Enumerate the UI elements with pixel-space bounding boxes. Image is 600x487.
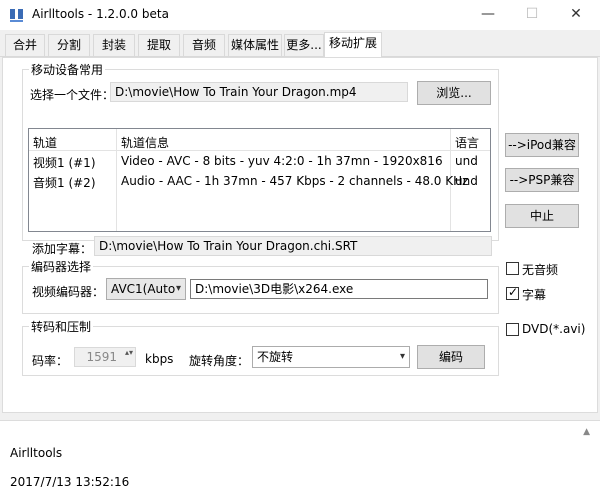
track-language: und [455, 174, 478, 188]
col-divider [116, 129, 117, 231]
header-track-info: 轨道信息 [121, 136, 170, 150]
stop-button[interactable]: 中止 [505, 204, 579, 228]
track-id: 视频1 (#1) [33, 156, 96, 170]
ipod-compat-button[interactable]: -->iPod兼容 [505, 133, 579, 157]
spinner-icon[interactable]: ▴▾ [125, 348, 133, 357]
encoder-select[interactable]: AVC1(Auto ▾ [106, 278, 186, 300]
file-path-field[interactable]: D:\movie\How To Train Your Dragon.mp4 [110, 82, 408, 102]
track-info: Video - AVC - 8 bits - yuv 4:2:0 - 1h 37… [121, 154, 443, 168]
rotation-label: 旋转角度： [189, 354, 250, 368]
no-audio-checkbox[interactable] [506, 262, 519, 275]
tab-audio[interactable]: 音频 [183, 34, 225, 56]
log-timestamp: 2017/7/13 13:52:16 [10, 475, 130, 487]
title-bar: Airlltools - 1.2.0.0 beta — ☐ ✕ [0, 0, 600, 30]
header-language: 语言 [455, 136, 480, 150]
encode-button[interactable]: 编码 [417, 345, 485, 369]
tab-bar: 合并 分割 封装 提取 音频 媒体属性 更多... 移动扩展 [0, 30, 600, 57]
dvd-label: DVD(*.avi) [522, 322, 586, 336]
bitrate-input[interactable]: 1591 ▴▾ [74, 347, 136, 367]
video-encoder-label: 视频编码器： [32, 285, 105, 299]
chevron-down-icon: ▾ [399, 351, 405, 362]
subtitles-checkbox-label: 字幕 [522, 288, 547, 302]
tab-extract[interactable]: 提取 [138, 34, 180, 56]
scroll-up-icon[interactable]: ▲ [583, 427, 590, 437]
dvd-checkbox[interactable] [506, 323, 519, 336]
psp-compat-button[interactable]: -->PSP兼容 [505, 168, 579, 192]
header-track: 轨道 [33, 136, 58, 150]
no-audio-label: 无音频 [522, 263, 559, 277]
track-id: 音频1 (#2) [33, 176, 96, 190]
select-file-label: 选择一个文件： [30, 88, 115, 102]
subtitle-path-field[interactable]: D:\movie\How To Train Your Dragon.chi.SR… [94, 236, 492, 256]
chevron-down-icon: ▾ [175, 283, 181, 294]
tab-mobile-ext[interactable]: 移动扩展 [324, 32, 382, 57]
close-button[interactable]: ✕ [554, 0, 598, 30]
minimize-button[interactable]: — [466, 0, 510, 30]
header-divider [29, 150, 490, 151]
browse-button[interactable]: 浏览... [417, 81, 491, 105]
tab-mux[interactable]: 封装 [93, 34, 135, 56]
tab-media-info[interactable]: 媒体属性 [228, 34, 282, 56]
log-app-name: Airlltools [10, 446, 63, 460]
track-info: Audio - AAC - 1h 37mn - 457 Kbps - 2 cha… [121, 174, 469, 188]
track-table[interactable]: 轨道 轨道信息 语言 视频1 (#1) Video - AVC - 8 bits… [28, 128, 491, 232]
tab-more[interactable]: 更多... [284, 34, 324, 56]
subtitles-checkbox[interactable]: ✓ [506, 285, 519, 300]
app-logo-icon [10, 9, 23, 22]
rotation-value: 不旋转 [257, 350, 294, 364]
check-icon: ✓ [508, 285, 519, 299]
encoder-path-field[interactable]: D:\movie\3D电影\x264.exe [190, 279, 488, 299]
bitrate-value: 1591 [86, 350, 117, 364]
log-output[interactable]: Airlltools 2017/7/13 13:52:16 ▲ [0, 420, 600, 487]
subtitle-label: 添加字幕： [32, 242, 93, 256]
tab-split[interactable]: 分割 [48, 34, 90, 56]
track-language: und [455, 154, 478, 168]
bitrate-label: 码率： [32, 354, 69, 368]
bitrate-unit: kbps [145, 352, 174, 366]
window-title: Airlltools - 1.2.0.0 beta [32, 7, 169, 21]
encoder-value: AVC1(Auto [111, 282, 176, 296]
encoder-group-title: 编码器选择 [29, 258, 94, 275]
transcode-group-title: 转码和压制 [29, 318, 94, 335]
tab-merge[interactable]: 合并 [5, 34, 45, 56]
maximize-button[interactable]: ☐ [510, 0, 554, 30]
mobile-group-title: 移动设备常用 [29, 61, 106, 78]
rotation-select[interactable]: 不旋转 ▾ [252, 346, 410, 368]
